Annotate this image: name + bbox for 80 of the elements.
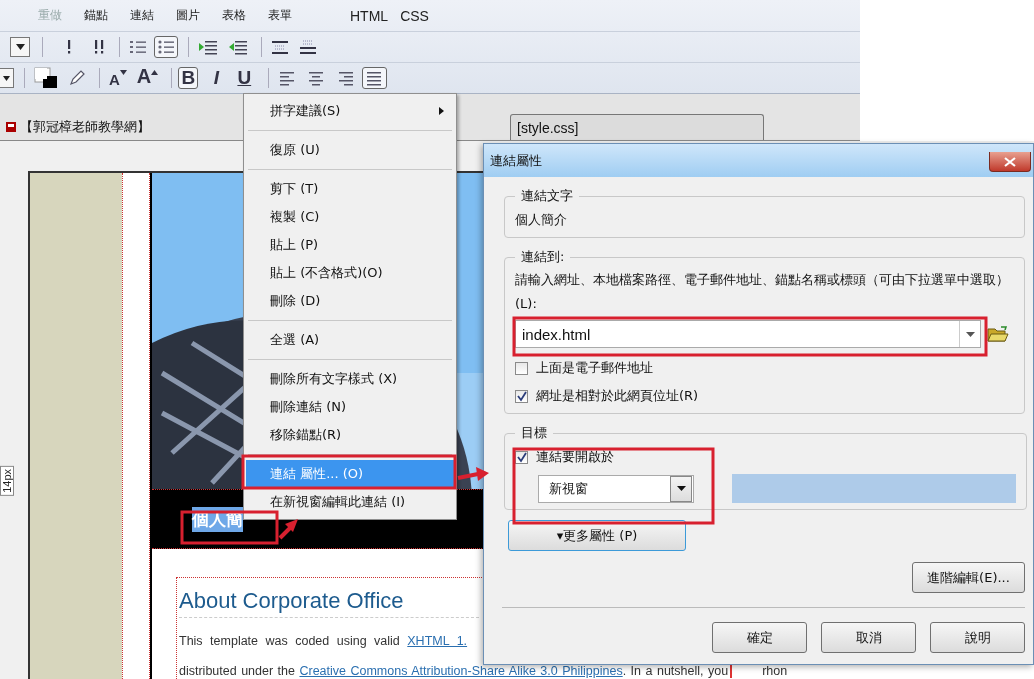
close-icon bbox=[1004, 156, 1016, 167]
checkbox[interactable] bbox=[515, 361, 528, 375]
menu-item[interactable]: 刪除連結 (N) bbox=[246, 393, 454, 421]
toolbar-label[interactable]: 連結 bbox=[130, 7, 154, 24]
bulleted-list-button[interactable] bbox=[154, 36, 178, 58]
up-triangle-icon bbox=[151, 70, 159, 75]
checkbox-label: 上面是電子郵件地址 bbox=[536, 359, 653, 377]
dialog-button[interactable]: 取消 bbox=[821, 622, 916, 653]
exclamation-icon bbox=[66, 39, 72, 55]
toolbar-label[interactable]: 表格 bbox=[222, 7, 246, 24]
submenu-arrow-icon bbox=[439, 107, 444, 115]
menu-item[interactable]: 拼字建議(S) bbox=[246, 97, 454, 125]
close-button[interactable] bbox=[989, 152, 1031, 172]
folder-icon bbox=[987, 325, 1009, 343]
indent-icon bbox=[198, 38, 218, 56]
numbered-list-icon bbox=[129, 38, 147, 56]
menu-item[interactable]: 刪除所有文字樣式 (X) bbox=[246, 365, 454, 393]
ruler-label: 14px bbox=[0, 466, 14, 496]
target-select[interactable]: 新視窗 bbox=[538, 474, 694, 503]
paragraph-text: . In a nutshell, you bbox=[622, 664, 729, 678]
dropdown-button[interactable] bbox=[0, 68, 14, 88]
dropdown-arrow-icon bbox=[15, 44, 25, 50]
dropdown-arrow-icon bbox=[965, 331, 975, 337]
align-justify-button[interactable] bbox=[362, 67, 388, 89]
url-field[interactable]: index.html bbox=[515, 320, 981, 348]
instruction-text: 請輸入網址、本地檔案路徑、電子郵件地址、錨點名稱或標頭（可由下拉選單中選取）(L): bbox=[515, 271, 1010, 313]
menu-item[interactable]: 復原 (U) bbox=[246, 136, 454, 164]
shrink-font-button[interactable]: A bbox=[106, 67, 130, 89]
line-spacing-icon bbox=[299, 38, 317, 56]
dropdown-button[interactable] bbox=[10, 37, 30, 57]
pencil-icon bbox=[68, 69, 86, 87]
editor-tab[interactable]: 【郭冠樟老師教學網】 bbox=[6, 114, 246, 140]
bold-button[interactable]: B bbox=[178, 67, 199, 89]
target-name-field[interactable] bbox=[732, 474, 1016, 503]
down-triangle-icon bbox=[119, 70, 127, 75]
toolbar-label[interactable]: CSS bbox=[400, 7, 429, 24]
browse-button[interactable] bbox=[987, 325, 1009, 343]
group-label: 目標 bbox=[520, 424, 548, 442]
grow-font-button[interactable]: A bbox=[133, 67, 162, 89]
menu-item[interactable]: 貼上 (不含格式)(O) bbox=[246, 259, 454, 287]
underline-button[interactable]: U bbox=[234, 67, 255, 89]
dropdown-arrow-icon bbox=[676, 486, 686, 491]
page-icon bbox=[6, 122, 16, 132]
paragraph-text: distributed under the bbox=[179, 664, 296, 678]
menu-item[interactable]: 刪除 (D) bbox=[246, 287, 454, 315]
paragraph-text: rhon bbox=[762, 664, 788, 678]
checkbox-label: 網址是相對於此網頁位址(R) bbox=[536, 387, 699, 405]
advanced-edit-button[interactable]: 進階編輯(E)... bbox=[912, 562, 1025, 593]
menu-item[interactable]: 全選 (A) bbox=[246, 326, 454, 354]
line-spacing-icon bbox=[271, 38, 289, 56]
checkbox-label: 連結要開啟於 bbox=[536, 448, 614, 466]
menu-item[interactable]: 剪下 (T) bbox=[246, 175, 454, 203]
group-label: 連結文字 bbox=[520, 187, 574, 205]
toolbar-label[interactable]: 表單 bbox=[268, 7, 292, 24]
link-text: 個人簡介 bbox=[515, 211, 568, 229]
link[interactable]: Creative Commons Attribution-Share Alike 3.0 Philippines bbox=[299, 664, 623, 678]
italic-button[interactable]: I bbox=[206, 67, 227, 89]
heading: About Corporate Office bbox=[179, 588, 479, 618]
menu-item[interactable]: 貼上 (P) bbox=[246, 231, 454, 259]
paragraph-text: This template was coded using valid bbox=[179, 634, 401, 648]
double-exclamation-icon bbox=[93, 39, 105, 55]
group-label: 連結到: bbox=[520, 248, 566, 266]
dropdown-arrow-icon bbox=[3, 75, 10, 81]
arrow bbox=[278, 519, 298, 540]
color-swatch-icon bbox=[34, 67, 58, 89]
dialog-title: 連結屬性 bbox=[490, 152, 542, 170]
toolbar-label[interactable]: 錨點 bbox=[84, 7, 108, 24]
menu-item[interactable]: 複製 (C) bbox=[246, 203, 454, 231]
dialog-button[interactable]: 說明 bbox=[930, 622, 1025, 653]
toolbar-label[interactable]: HTML bbox=[350, 7, 389, 24]
arrow bbox=[457, 467, 489, 481]
editor-tab[interactable]: [style.css] bbox=[510, 114, 764, 140]
menu-item[interactable]: 在新視窗編輯此連結 (I) bbox=[246, 488, 454, 516]
toolbar-label[interactable]: 圖片 bbox=[176, 7, 200, 24]
bulleted-list-icon bbox=[157, 38, 175, 56]
checkbox[interactable] bbox=[515, 389, 528, 403]
outdent-icon bbox=[228, 38, 248, 56]
link[interactable]: XHTML 1. bbox=[407, 634, 468, 648]
menu-item[interactable]: 移除錨點(R) bbox=[246, 421, 454, 449]
dialog-button[interactable]: 確定 bbox=[712, 622, 807, 653]
